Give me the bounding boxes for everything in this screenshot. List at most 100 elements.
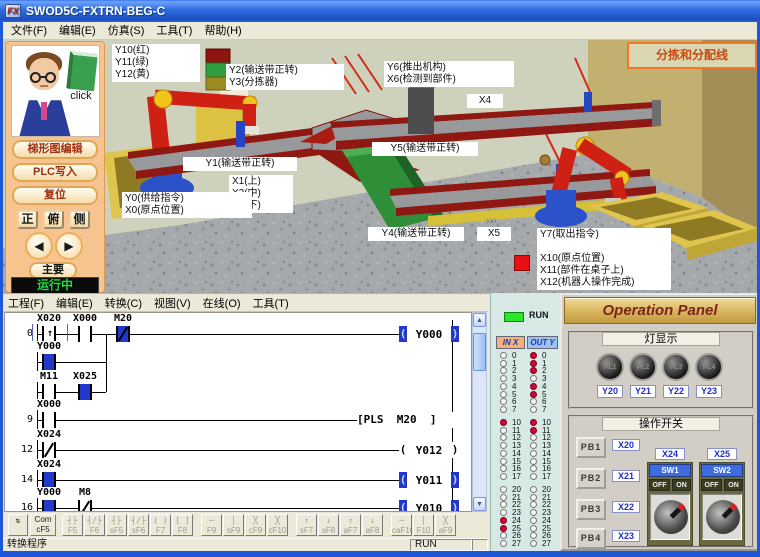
push-button-PB1[interactable]: PB1: [576, 437, 606, 458]
led-inx-6: [500, 398, 507, 405]
step-number: 0: [7, 328, 33, 340]
led-inx-4: [500, 383, 507, 390]
ladder-symbol-button-caF10[interactable]: ─caF10: [391, 514, 412, 536]
push-button-PB3[interactable]: PB3: [576, 499, 606, 520]
contact-X000[interactable]: [44, 412, 54, 428]
ladder-edit-button[interactable]: 梯形图编辑: [12, 140, 98, 159]
main-menu-item[interactable]: 编辑(E): [53, 23, 102, 39]
contact-X025[interactable]: [80, 384, 90, 400]
led-outy-5: [530, 391, 537, 398]
coil-Y011[interactable]: (Y011): [399, 472, 459, 488]
contact-Y000[interactable]: [44, 354, 54, 370]
led-outy-16: [530, 465, 537, 472]
ladder-symbol-button-F5[interactable]: ┤├F5: [62, 514, 83, 536]
ladder-symbol-button-cF10[interactable]: ╳cF10: [267, 514, 288, 536]
ladder-symbol-button-sF7[interactable]: ↑sF7: [296, 514, 317, 536]
ladder-symbol-button-sF5[interactable]: ┤├sF5: [106, 514, 127, 536]
rotary-knob[interactable]: [706, 500, 740, 534]
view-front-button[interactable]: 正: [17, 210, 38, 229]
step-number: 16: [7, 502, 33, 512]
glasses-bridge: [41, 76, 47, 78]
scroll-down-icon[interactable]: ▼: [473, 497, 486, 511]
led-outy-25: [530, 525, 537, 532]
led-outy-7: [530, 406, 537, 413]
ladder-symbol-button-aF9[interactable]: ╳aF9: [435, 514, 456, 536]
lamp-tag-Y20: Y20: [597, 385, 623, 398]
ladder-symbol-button-sF6[interactable]: ┤/├sF6: [128, 514, 149, 536]
ladder-menu-item[interactable]: 视图(V): [148, 296, 197, 311]
coil-Y010[interactable]: (Y010): [399, 500, 459, 512]
ladder-symbol-button-cF9[interactable]: ╳cF9: [245, 514, 266, 536]
main-menu-item[interactable]: 帮助(H): [198, 23, 247, 39]
com-cf5-button[interactable]: ComcF5: [30, 514, 56, 536]
input-column-header: IN X: [496, 336, 525, 349]
contact-bar: [54, 384, 56, 400]
ladder-symbol-button-F9[interactable]: ─F9: [201, 514, 222, 536]
ladder-symbol-button-aF8[interactable]: ↓aF8: [362, 514, 383, 536]
main-menu-item[interactable]: 文件(F): [5, 23, 53, 39]
led-outy-23: [530, 509, 537, 516]
reset-button[interactable]: 复位: [12, 186, 98, 205]
contact-bar: [54, 412, 56, 428]
status-spacer: [472, 539, 488, 551]
pb-tag-X23: X23: [612, 530, 640, 542]
contact-bar: [42, 384, 44, 400]
ladder-symbol-button-F10[interactable]: │F10: [413, 514, 434, 536]
push-button-PB4[interactable]: PB4: [576, 528, 606, 549]
device-label: Y10(红)Y11(绿)Y12(黄): [112, 44, 200, 82]
rotary-switch-SW2[interactable]: [702, 494, 742, 540]
contact-X024[interactable]: [44, 472, 54, 488]
led-inx-2: [500, 367, 507, 374]
ladder-menu-item[interactable]: 工具(T): [247, 296, 295, 311]
device-label: Y1(输送带正转): [183, 157, 297, 171]
ladder-symbol-button-sF8[interactable]: ↓sF8: [318, 514, 339, 536]
wire: [37, 450, 452, 451]
main-menu-item[interactable]: 工具(T): [150, 23, 198, 39]
device-label: Y4(输送带正转): [368, 227, 464, 241]
book-icon[interactable]: [66, 51, 98, 92]
ladder-menu-item[interactable]: 工程(F): [2, 296, 50, 311]
scroll-thumb[interactable]: [473, 333, 486, 371]
instructor-image[interactable]: click: [11, 45, 100, 137]
device-label: X5: [477, 227, 511, 241]
ladder-canvas[interactable]: 0X020↑X000M20(Y000)Y000M11X0259X000[PLS …: [4, 312, 472, 512]
toolbar-mode-button[interactable]: ⇅: [8, 514, 28, 536]
ladder-symbol-button-aF7[interactable]: ↑aF7: [340, 514, 361, 536]
main-menu-item[interactable]: 仿真(S): [102, 23, 151, 39]
coil-Y000[interactable]: (Y000): [399, 326, 459, 342]
contact-bar: [42, 326, 44, 342]
ladder-menu-item[interactable]: 转换(C): [99, 296, 148, 311]
ladder-symbol-button-F7[interactable]: ( )F7: [150, 514, 171, 536]
rotary-switch-SW1[interactable]: [650, 494, 690, 540]
ladder-menu-item[interactable]: 编辑(E): [50, 296, 99, 311]
contact-bar: [54, 326, 56, 342]
led-outy-21: [530, 494, 537, 501]
push-button-PB2[interactable]: PB2: [576, 468, 606, 489]
pb-tag-X20: X20: [612, 439, 640, 451]
lamp-tag-Y22: Y22: [663, 385, 689, 398]
contact-bar: [128, 326, 130, 342]
pb-tag-X21: X21: [612, 470, 640, 482]
contact-X000[interactable]: [80, 326, 90, 342]
view-top-button[interactable]: 俯: [43, 210, 64, 229]
ladder-scrollbar[interactable]: ▲ ▼: [472, 312, 487, 512]
ladder-symbol-button-sF9[interactable]: │sF9: [223, 514, 244, 536]
prev-arrow-button[interactable]: ◀: [25, 232, 53, 260]
led-inx-21: [500, 494, 507, 501]
ladder-symbol-button-F8[interactable]: [ ]F8: [172, 514, 193, 536]
contact-Y000[interactable]: [44, 500, 54, 512]
rotary-knob[interactable]: [654, 500, 688, 534]
contact-M11[interactable]: [44, 384, 54, 400]
plc-write-button[interactable]: PLC写入: [12, 163, 98, 182]
led-outy-0: [530, 352, 537, 359]
ladder-symbol-button-F6[interactable]: ┤/├F6: [84, 514, 105, 536]
contact-bar: [54, 500, 56, 512]
next-arrow-button[interactable]: ▶: [55, 232, 83, 260]
contact-bar: [78, 326, 80, 342]
coil-Y012[interactable]: (Y012): [399, 442, 459, 458]
ladder-menu-item[interactable]: 在线(O): [197, 296, 247, 311]
view-side-button[interactable]: 侧: [69, 210, 90, 229]
contact-bar: [90, 500, 92, 512]
ladder-toolbar: ⇅ComcF5 ┤├F5┤/├F6┤├sF5┤/├sF6( )F7[ ]F8 ─F9…: [2, 512, 488, 538]
scroll-up-icon[interactable]: ▲: [473, 313, 486, 327]
